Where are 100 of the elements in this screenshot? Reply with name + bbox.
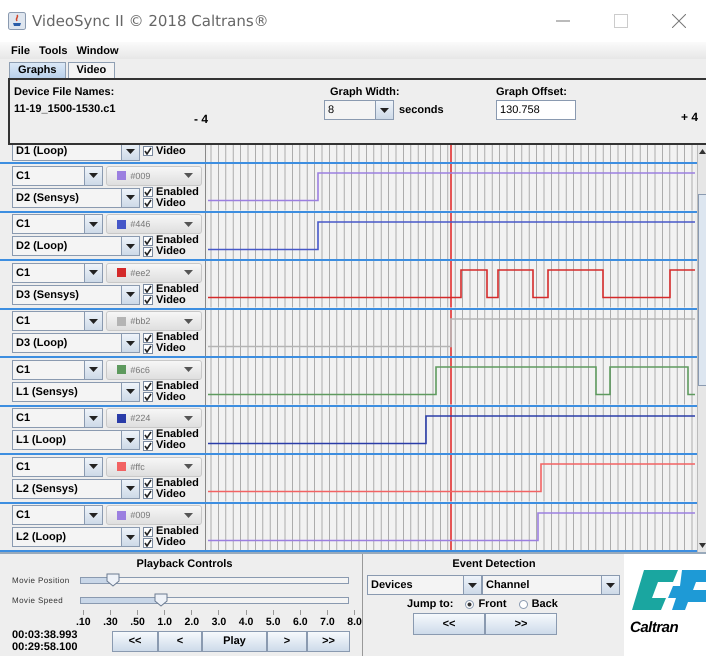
video-checkbox[interactable]: Video: [143, 146, 186, 156]
speed-tick-label: 7.0: [320, 616, 335, 628]
offset-minus-label: - 4: [194, 112, 208, 126]
tick-mark: [272, 610, 274, 615]
channel-select[interactable]: C1: [12, 262, 104, 283]
color-select[interactable]: #ee2: [106, 262, 202, 283]
caret-icon: [126, 340, 135, 346]
color-select[interactable]: #6c6: [106, 360, 202, 380]
caret-icon: [126, 389, 135, 394]
playback-button[interactable]: >: [267, 630, 307, 652]
slider-thumb[interactable]: [154, 592, 168, 606]
menu-item[interactable]: Window: [76, 44, 119, 56]
speed-tick-label: 8.0: [347, 616, 362, 628]
device-select[interactable]: L2 (Sensys): [12, 478, 140, 499]
caret-icon: [89, 173, 98, 178]
enabled-checkbox[interactable]: Enabled: [143, 235, 199, 246]
graph-offset-label: Graph Offset:: [496, 86, 568, 98]
channel-select[interactable]: C1: [12, 456, 104, 477]
color-select[interactable]: #bb2: [106, 311, 202, 332]
device-select[interactable]: L1 (Sensys): [12, 382, 140, 402]
caret-icon: [126, 486, 135, 492]
tab[interactable]: Graphs: [9, 62, 66, 78]
close-icon[interactable]: [672, 14, 686, 28]
tick-mark: [164, 610, 166, 615]
device-select[interactable]: D1 (Loop): [12, 145, 140, 161]
video-checkbox[interactable]: Video: [143, 343, 199, 354]
slider-thumb[interactable]: [106, 572, 120, 586]
color-select[interactable]: #ffc: [106, 456, 202, 477]
caret-icon: [126, 292, 135, 298]
tick-mark: [246, 610, 247, 615]
caret-icon: [184, 318, 193, 324]
enabled-checkbox[interactable]: Enabled: [143, 380, 199, 392]
video-checkbox[interactable]: Video: [143, 537, 199, 548]
offset-plus-label: + 4: [681, 110, 698, 124]
device-select[interactable]: D3 (Sensys): [12, 284, 140, 305]
tab[interactable]: Video: [68, 62, 116, 78]
enabled-checkbox[interactable]: Enabled: [143, 332, 199, 344]
app-icon: [8, 12, 26, 30]
color-select[interactable]: #009: [106, 505, 202, 526]
caret-icon: [606, 582, 615, 588]
event-jump-button[interactable]: >>: [485, 613, 557, 635]
scrollbar[interactable]: [697, 145, 706, 552]
channel-select[interactable]: C1: [12, 311, 104, 332]
tick-mark: [110, 610, 111, 615]
speed-tick-label: 1.0: [157, 616, 172, 628]
color-select[interactable]: #446: [106, 214, 202, 234]
color-select[interactable]: #224: [106, 408, 202, 428]
speed-tick-label: 3.0: [212, 616, 226, 628]
device-select[interactable]: L2 (Loop): [12, 527, 140, 548]
video-checkbox[interactable]: Video: [143, 294, 199, 306]
scroll-up-icon[interactable]: [698, 149, 706, 154]
total-time: 00:29:58.100: [12, 641, 78, 653]
channel-select[interactable]: C1: [12, 360, 104, 380]
video-checkbox[interactable]: Video: [143, 488, 199, 500]
caret-icon: [89, 367, 98, 372]
enabled-checkbox[interactable]: Enabled: [143, 478, 199, 489]
playback-controls-title: Playback Controls: [136, 558, 234, 570]
video-checkbox[interactable]: Video: [143, 440, 199, 452]
speed-tick-label: 5.0: [266, 616, 280, 628]
speed-tick-label: .10: [76, 616, 91, 628]
checkmark-icon: [144, 147, 152, 155]
playback-button[interactable]: <: [158, 630, 202, 652]
jump-to-label: Jump to:: [407, 598, 454, 610]
caret-icon: [126, 195, 135, 200]
channel-select[interactable]: C1: [12, 408, 104, 428]
channel-select[interactable]: Channel: [482, 575, 620, 595]
menu-item[interactable]: Tools: [38, 44, 68, 56]
graph-width-select[interactable]: 8: [324, 100, 394, 120]
video-checkbox[interactable]: Video: [143, 392, 199, 403]
channel-select[interactable]: C1: [12, 214, 104, 234]
playback-button[interactable]: <<: [112, 630, 158, 652]
event-jump-button[interactable]: <<: [413, 613, 485, 635]
channel-select[interactable]: C1: [12, 166, 104, 186]
jump-radio[interactable]: Front: [465, 598, 507, 610]
tick-mark: [218, 610, 220, 615]
device-select[interactable]: D2 (Sensys): [12, 188, 140, 208]
video-checkbox[interactable]: Video: [143, 198, 199, 209]
video-checkbox[interactable]: Video: [143, 246, 199, 258]
enabled-checkbox[interactable]: Enabled: [143, 284, 199, 295]
channel-select[interactable]: C1: [12, 505, 104, 526]
menu-item[interactable]: File: [11, 44, 30, 56]
scroll-down-icon[interactable]: [698, 543, 706, 548]
device-select[interactable]: D2 (Loop): [12, 236, 140, 256]
devices-select[interactable]: Devices: [367, 575, 482, 595]
device-select[interactable]: L1 (Loop): [12, 430, 140, 450]
enabled-checkbox[interactable]: Enabled: [143, 526, 199, 538]
device-select[interactable]: D3 (Loop): [12, 333, 140, 354]
playback-button[interactable]: Play: [202, 630, 267, 652]
color-select[interactable]: #009: [106, 166, 202, 186]
movie-position-slider[interactable]: [80, 576, 349, 584]
caret-icon: [89, 416, 98, 421]
enabled-checkbox[interactable]: Enabled: [143, 186, 199, 198]
movie-speed-slider[interactable]: [80, 596, 349, 604]
playback-button[interactable]: >>: [307, 630, 350, 652]
graph-width-label: Graph Width:: [329, 86, 401, 98]
caret-icon: [89, 512, 98, 518]
tick-mark: [354, 610, 356, 615]
jump-radio[interactable]: Back: [518, 598, 558, 610]
graph-offset-field[interactable]: 130.758: [496, 100, 576, 120]
enabled-checkbox[interactable]: Enabled: [143, 429, 199, 440]
